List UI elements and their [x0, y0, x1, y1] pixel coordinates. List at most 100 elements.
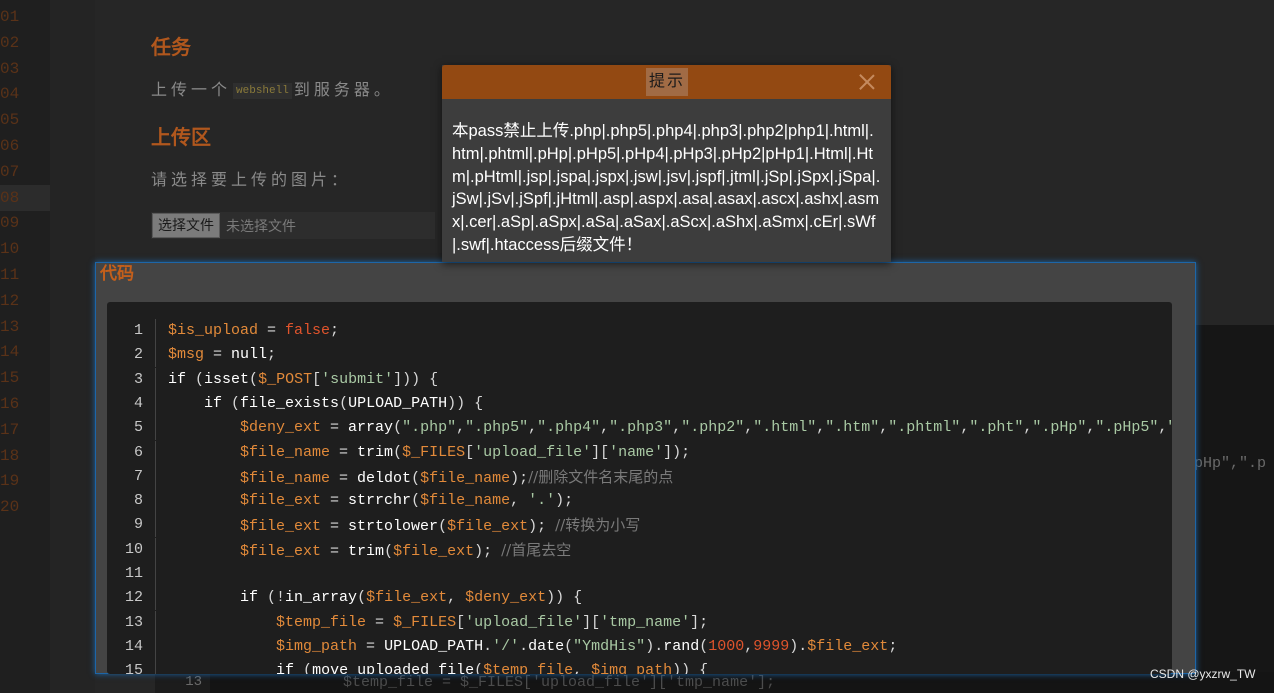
code-text: $deny_ext = array(".php",".php5",".php4"…: [240, 419, 1172, 437]
gutter-line-number: 14: [0, 343, 20, 362]
choose-file-button[interactable]: 选择文件: [152, 213, 220, 238]
code-line: 2 $msg = null;: [107, 343, 1172, 368]
line-number: 13: [124, 613, 143, 631]
code-text: $file_ext = strrchr($file_name, '.');: [240, 492, 574, 510]
gutter-line-number: 19: [0, 472, 20, 491]
code-text: if (isset($_POST['submit'])) {: [168, 370, 439, 388]
gutter-line-number: 03: [0, 59, 20, 78]
code-text: $msg = null;: [168, 346, 277, 364]
gutter-line-number: 04: [0, 85, 20, 104]
code-block: 1 $is_upload = false; 2 $msg = null; 3 if (is…: [107, 302, 1172, 674]
code-text: $file_ext = trim($file_ext); //首尾去空: [240, 540, 572, 560]
line-separator: [155, 586, 156, 611]
gutter: 01 02 03 04 05 06 07 08 09 10 11 12 13 14 15 16 17 18 19 20: [0, 0, 50, 693]
line-number: 10: [124, 540, 143, 558]
background-code-line: 13 $temp_file = $_FILES['upload_file']['…: [155, 672, 1274, 693]
code-line: 11: [107, 562, 1172, 586]
task-description: 上传一个 webshell 到服务器。: [151, 76, 394, 100]
code-text: $file_name = deldot($file_name);//删除文件名末…: [240, 467, 674, 487]
background-code-fragment: pHp",".p: [1194, 455, 1267, 472]
line-number: 6: [133, 443, 143, 461]
code-text: $file_ext = strtolower($file_ext); //转换为…: [240, 516, 641, 536]
code-line: 15 if (move_uploaded_file($temp_file, $i…: [107, 659, 1172, 674]
line-separator: [155, 562, 156, 586]
code-line: 9 $file_ext = strtolower($file_ext); //转…: [107, 513, 1172, 538]
line-separator: [155, 440, 156, 465]
code-text: if (move_uploaded_file($temp_file, $img_…: [276, 662, 709, 674]
gutter-line-number: 16: [0, 395, 20, 413]
gutter-line-number: 06: [0, 137, 20, 155]
line-separator: [155, 537, 156, 562]
code-text: $img_path = UPLOAD_PATH.'/'.date("YmdHis…: [276, 637, 898, 655]
code-text: $is_upload = false;: [168, 322, 340, 339]
alert-dialog: 提示 本pass禁止上传.php|.php5|.php4|.php3|.php2…: [442, 65, 891, 262]
line-number: 3: [133, 370, 143, 388]
line-number: 14: [124, 637, 143, 655]
gutter-line-number: 09: [0, 214, 20, 233]
line-number: 11: [124, 565, 143, 582]
upload-prompt: 请选择要上传的图片：: [151, 170, 352, 189]
line-number: 8: [133, 492, 143, 510]
code-line: 7 $file_name = deldot($file_name);//删除文件…: [107, 464, 1172, 489]
code-line: 8 $file_ext = strrchr($file_name, '.');: [107, 489, 1172, 514]
code-line: 10 $file_ext = trim($file_ext); //首尾去空: [107, 537, 1172, 562]
code-line: 12 if (!in_array($file_ext, $deny_ext)) …: [107, 586, 1172, 611]
code-line: 1 $is_upload = false;: [107, 319, 1172, 343]
code-text: $file_name = trim($_FILES['upload_file']…: [240, 443, 691, 461]
gutter-line-number: 20: [0, 498, 20, 517]
line-separator: [155, 634, 156, 659]
line-number: 12: [124, 589, 143, 607]
gutter-line-number: 05: [0, 111, 20, 130]
code-line: 4 if (file_exists(UPLOAD_PATH)) {: [107, 391, 1172, 416]
line-number: 15: [124, 662, 143, 674]
code-line: 14 $img_path = UPLOAD_PATH.'/'.date("Ymd…: [107, 634, 1172, 659]
gutter-line-number: 10: [0, 240, 20, 259]
file-input[interactable]: 选择文件 未选择文件: [151, 212, 435, 239]
code-text: if (file_exists(UPLOAD_PATH)) {: [204, 394, 484, 412]
file-status: 未选择文件: [226, 217, 296, 234]
task-text-after: 到服务器。: [293, 80, 394, 99]
dialog-title: 提示: [646, 68, 689, 96]
code-title: 代码: [100, 264, 134, 284]
gutter-line-number: 15: [0, 369, 20, 388]
task-text-before: 上传一个: [151, 80, 232, 99]
line-separator: [155, 610, 156, 635]
line-number: 7: [133, 467, 143, 485]
code-line: 3 if (isset($_POST['submit'])) {: [107, 367, 1172, 392]
code-line: 6 $file_name = trim($_FILES['upload_file…: [107, 440, 1172, 465]
gutter-line-number: 18: [0, 446, 20, 465]
task-heading: 任务: [151, 35, 191, 59]
upload-heading: 上传区: [151, 125, 211, 149]
line-number: 2: [133, 346, 143, 364]
gutter-line-number: 12: [0, 291, 20, 310]
gutter-line-number: 07: [0, 162, 20, 181]
line-separator: [155, 319, 156, 343]
line-separator: [155, 489, 156, 514]
gutter-line-number: 08: [0, 184, 50, 211]
line-number: 9: [133, 516, 143, 534]
gutter-line-number: 02: [0, 33, 20, 52]
gutter-line-number: 11: [0, 266, 20, 284]
line-separator: [155, 659, 156, 674]
background-line-number: 13: [155, 672, 210, 693]
dialog-message: 本pass禁止上传.php|.php5|.php4|.php3|.php2|ph…: [452, 122, 881, 254]
line-separator: [155, 343, 156, 368]
line-separator: [155, 513, 156, 538]
line-separator: [155, 464, 156, 489]
line-number: 5: [133, 419, 143, 437]
code-line: 13 $temp_file = $_FILES['upload_file']['…: [107, 610, 1172, 635]
line-separator: [155, 416, 156, 441]
code-text: $temp_file = $_FILES['upload_file']['tmp…: [276, 613, 709, 631]
line-number: 1: [133, 322, 143, 339]
close-icon[interactable]: [856, 71, 878, 93]
line-separator: [155, 367, 156, 392]
gutter-line-number: 17: [0, 420, 20, 439]
code-text: if (!in_array($file_ext, $deny_ext)) {: [240, 589, 583, 607]
line-number: 4: [133, 394, 143, 412]
code-line: 5 $deny_ext = array(".php",".php5",".php…: [107, 416, 1172, 441]
gutter-line-number: 01: [0, 8, 20, 26]
inline-code: webshell: [233, 82, 292, 99]
watermark: CSDN @yxzrw_TW: [1150, 667, 1256, 681]
gutter-line-number: 13: [0, 317, 20, 336]
background-line-text: $temp_file = $_FILES['upload_file']['tmp…: [343, 674, 776, 691]
